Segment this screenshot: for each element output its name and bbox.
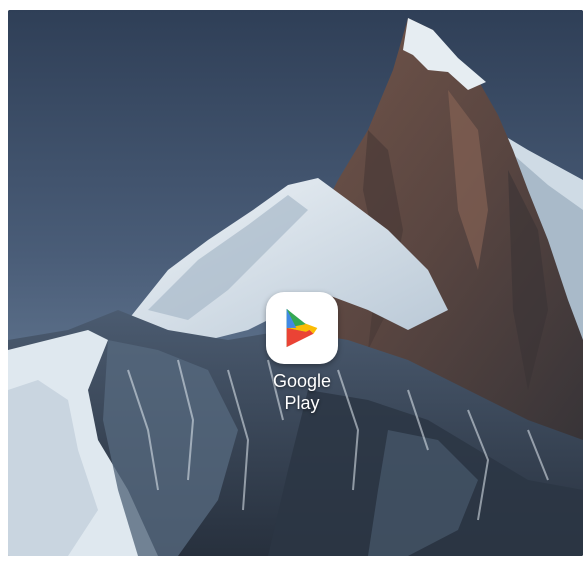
app-label-line1: Google	[272, 371, 332, 391]
google-play-app-label[interactable]: Google Play	[232, 370, 372, 414]
google-play-icon	[286, 308, 318, 348]
google-play-app-icon[interactable]	[266, 292, 338, 364]
mountain-wallpaper	[8, 10, 583, 556]
home-screen: Google Play	[8, 10, 583, 556]
app-label-line2: Play	[284, 393, 320, 413]
